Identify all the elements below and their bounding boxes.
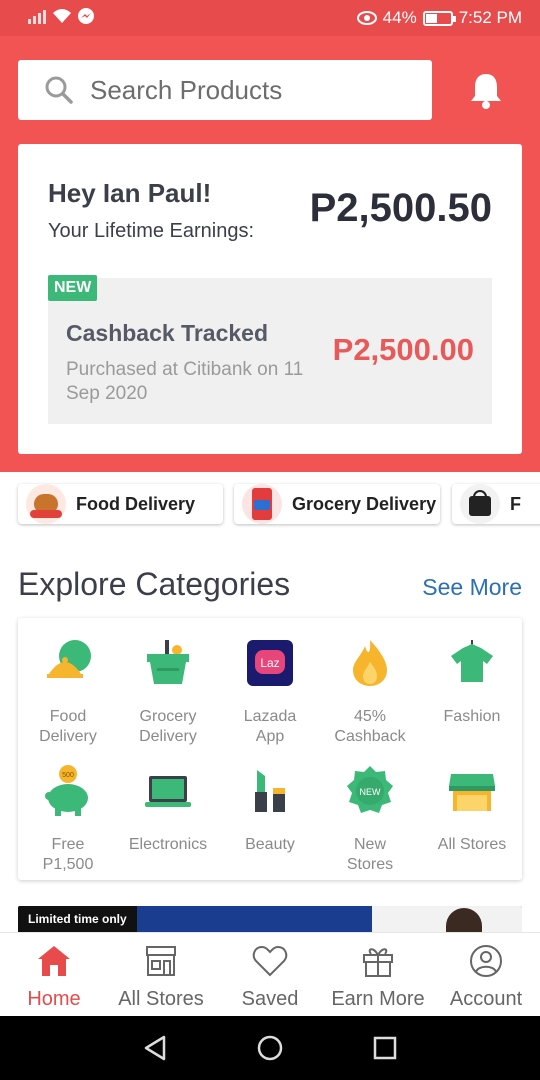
cashback-tracked-panel[interactable]: Cashback Tracked Purchased at Citibank o…	[48, 278, 492, 424]
messenger-icon	[78, 8, 94, 24]
greeting: Hey Ian Paul!	[48, 178, 212, 208]
nav-label: All Stores	[118, 988, 204, 1010]
category-label: Lazada App	[243, 708, 297, 745]
shirt-icon	[451, 640, 493, 682]
limited-time-tag: Limited time only	[18, 906, 137, 932]
status-icons-left	[28, 8, 94, 24]
nav-label: Home	[27, 988, 81, 1010]
nav-label: Earn More	[331, 988, 425, 1010]
category-label: Fashion	[443, 708, 501, 725]
battery-icon	[422, 10, 456, 26]
battery-percent: 44%	[382, 8, 417, 27]
cashback-tracked-desc: Purchased at Citibank on 11 Sep 2020	[66, 359, 304, 404]
lazada-icon-text: Laz	[260, 656, 279, 670]
bag-icon	[460, 484, 500, 524]
search-icon	[45, 76, 73, 104]
chip-grocery-delivery[interactable]: Grocery Delivery	[234, 484, 440, 524]
nav-label: Account	[449, 988, 523, 1010]
promo-image-area	[372, 906, 522, 932]
chip-label: Food Delivery	[76, 493, 196, 514]
recents-icon[interactable]	[372, 1034, 398, 1062]
status-bar: 44% 7:52 PM	[0, 0, 540, 36]
fried-chicken-icon	[26, 484, 66, 524]
earnings-card: Hey Ian Paul! Your Lifetime Earnings: P2…	[18, 144, 522, 454]
home-icon	[38, 946, 70, 976]
nav-saved[interactable]: Saved	[228, 943, 312, 1011]
store-icon	[146, 946, 176, 976]
search-bar[interactable]: Search Products	[18, 60, 432, 120]
search-input[interactable]: Search Products	[90, 75, 282, 106]
status-icons-right: 44% 7:52 PM	[356, 8, 522, 28]
new-badge-icon: NEW	[347, 766, 393, 813]
notification-bell-icon[interactable]	[466, 70, 506, 110]
back-icon[interactable]	[142, 1034, 168, 1062]
cashback-tracked-amount: P2,500.00	[332, 332, 474, 367]
grocery-basket-icon	[147, 640, 189, 684]
account-icon	[470, 945, 502, 977]
flame-icon	[353, 640, 387, 686]
category-label: Electronics	[128, 836, 208, 853]
category-label: Food Delivery	[39, 708, 97, 745]
category-label: All Stores	[437, 836, 507, 853]
category-label: Beauty	[245, 836, 295, 853]
battery-fill	[425, 13, 437, 23]
nav-label: Saved	[241, 988, 299, 1010]
nav-earn-more[interactable]: Earn More	[328, 943, 428, 1011]
food-delivery-icon	[47, 640, 91, 678]
category-new-stores[interactable]: NEW New Stores	[320, 764, 420, 875]
category-food-delivery[interactable]: Food Delivery	[18, 636, 118, 747]
lazada-icon: Laz	[247, 640, 293, 686]
chip-label: Grocery Delivery	[292, 493, 437, 514]
category-lazada-app[interactable]: Laz Lazada App	[220, 636, 320, 747]
home-button-icon[interactable]	[256, 1034, 284, 1062]
chip-partial[interactable]: F	[452, 484, 540, 524]
system-nav-bar	[0, 1016, 540, 1080]
bottom-nav: Home All Stores Saved Earn More Account	[0, 932, 540, 1016]
clock: 7:52 PM	[458, 8, 522, 27]
cashback-tracked-title: Cashback Tracked	[66, 320, 269, 346]
category-label: Grocery Delivery	[139, 708, 197, 745]
category-cashback[interactable]: 45% Cashback	[320, 636, 420, 747]
storefront-icon	[449, 774, 495, 811]
chip-label: F	[510, 493, 521, 514]
header: Search Products Hey Ian Paul! Your Lifet…	[0, 36, 540, 472]
category-beauty[interactable]: Beauty	[220, 764, 320, 855]
promo-person-image	[446, 908, 482, 932]
nav-home[interactable]: Home	[12, 943, 96, 1011]
categories-card: Food Delivery Grocery Delivery Laz Lazad…	[18, 618, 522, 880]
category-free-p1500[interactable]: 500 Free P1,500	[18, 764, 118, 875]
promo-banner[interactable]: Limited time only	[18, 906, 522, 932]
shortcut-chips: Food Delivery Grocery Delivery F	[0, 478, 540, 534]
nav-all-stores[interactable]: All Stores	[114, 943, 208, 1011]
category-grocery-delivery[interactable]: Grocery Delivery	[118, 636, 218, 747]
heart-icon	[252, 945, 288, 977]
chip-food-delivery[interactable]: Food Delivery	[18, 484, 223, 524]
category-label: Free P1,500	[42, 836, 94, 873]
lifetime-label: Your Lifetime Earnings:	[48, 220, 255, 242]
lipstick-icon	[255, 770, 285, 812]
see-more-link[interactable]: See More	[422, 574, 522, 601]
category-all-stores[interactable]: All Stores	[422, 764, 522, 855]
lifetime-amount: P2,500.50	[309, 186, 492, 230]
gift-icon	[363, 948, 393, 977]
category-label: 45% Cashback	[334, 708, 406, 745]
category-fashion[interactable]: Fashion	[422, 636, 522, 727]
new-badge: NEW	[48, 275, 98, 301]
nav-account[interactable]: Account	[444, 943, 528, 1011]
coin-text: 500	[62, 772, 74, 779]
category-label: New Stores	[346, 836, 394, 873]
new-badge-text: NEW	[360, 787, 382, 797]
piggy-bank-icon: 500	[45, 765, 88, 816]
signal-icon	[28, 8, 46, 24]
wifi-icon	[53, 9, 71, 23]
eye-comfort-icon	[356, 11, 377, 25]
explore-title: Explore Categories	[18, 566, 291, 602]
laptop-icon	[145, 776, 191, 807]
category-electronics[interactable]: Electronics	[118, 764, 218, 855]
detergent-icon	[242, 484, 282, 524]
